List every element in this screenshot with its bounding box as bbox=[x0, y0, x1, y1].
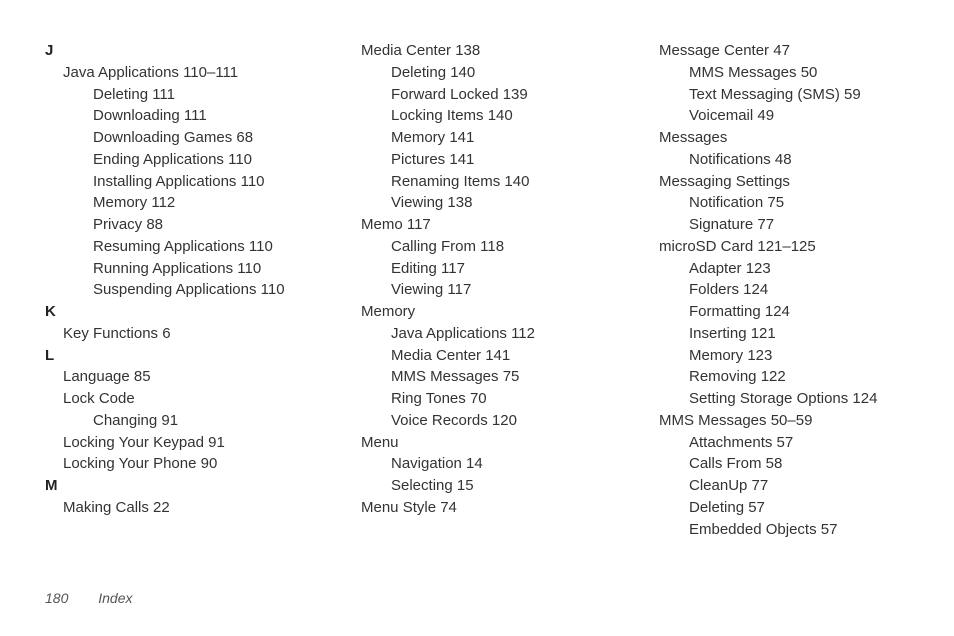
index-subentry: Installing Applications 110 bbox=[45, 171, 303, 193]
index-subentry: Folders 124 bbox=[641, 279, 899, 301]
index-entry: Key Functions 6 bbox=[45, 323, 303, 345]
index-subentry: Deleting 140 bbox=[343, 62, 601, 84]
index-entry: Menu bbox=[343, 432, 601, 454]
index-column-3: Message Center 47 MMS Messages 50 Text M… bbox=[641, 40, 899, 560]
index-subentry: Notification 75 bbox=[641, 192, 899, 214]
index-subentry: Locking Items 140 bbox=[343, 105, 601, 127]
index-entry: Message Center 47 bbox=[641, 40, 899, 62]
page-number: 180 bbox=[45, 590, 68, 606]
index-subentry: Inserting 121 bbox=[641, 323, 899, 345]
index-subentry: Attachments 57 bbox=[641, 432, 899, 454]
index-entry: Locking Your Keypad 91 bbox=[45, 432, 303, 454]
index-subentry: Viewing 117 bbox=[343, 279, 601, 301]
index-subentry: MMS Messages 50 bbox=[641, 62, 899, 84]
index-subentry: Removing 122 bbox=[641, 366, 899, 388]
index-entry: Messages bbox=[641, 127, 899, 149]
index-subentry: Adapter 123 bbox=[641, 258, 899, 280]
index-subentry: Memory 123 bbox=[641, 345, 899, 367]
index-entry: Media Center 138 bbox=[343, 40, 601, 62]
index-subentry: Signature 77 bbox=[641, 214, 899, 236]
index-entry: Menu Style 74 bbox=[343, 497, 601, 519]
index-subentry: Downloading Games 68 bbox=[45, 127, 303, 149]
index-subentry: Deleting 57 bbox=[641, 497, 899, 519]
index-column-2: Media Center 138 Deleting 140 Forward Lo… bbox=[343, 40, 601, 560]
index-letter-l: L bbox=[45, 345, 303, 367]
index-entry: microSD Card 121–125 bbox=[641, 236, 899, 258]
index-letter-k: K bbox=[45, 301, 303, 323]
index-entry: Language 85 bbox=[45, 366, 303, 388]
index-entry: MMS Messages 50–59 bbox=[641, 410, 899, 432]
index-subentry: Notifications 48 bbox=[641, 149, 899, 171]
index-entry: Locking Your Phone 90 bbox=[45, 453, 303, 475]
index-subentry: Running Applications 110 bbox=[45, 258, 303, 280]
index-subentry: Navigation 14 bbox=[343, 453, 601, 475]
index-subentry: Java Applications 112 bbox=[343, 323, 601, 345]
index-subentry: Deleting 111 bbox=[45, 84, 303, 106]
index-subentry: Calling From 118 bbox=[343, 236, 601, 258]
index-subentry: Text Messaging (SMS) 59 bbox=[641, 84, 899, 106]
index-entry: Memory bbox=[343, 301, 601, 323]
index-letter-j: J bbox=[45, 40, 303, 62]
index-entry: Java Applications 110–111 bbox=[45, 62, 303, 84]
index-entry: Memo 117 bbox=[343, 214, 601, 236]
index-subentry: MMS Messages 75 bbox=[343, 366, 601, 388]
index-subentry: Selecting 15 bbox=[343, 475, 601, 497]
index-subentry: Memory 112 bbox=[45, 192, 303, 214]
index-entry: Messaging Settings bbox=[641, 171, 899, 193]
index-letter-m: M bbox=[45, 475, 303, 497]
index-entry: Making Calls 22 bbox=[45, 497, 303, 519]
index-columns: J Java Applications 110–111 Deleting 111… bbox=[45, 40, 899, 560]
page-footer: 180 Index bbox=[45, 588, 133, 608]
index-subentry: Editing 117 bbox=[343, 258, 601, 280]
index-subentry: Voice Records 120 bbox=[343, 410, 601, 432]
index-subentry: Changing 91 bbox=[45, 410, 303, 432]
index-subentry: Viewing 138 bbox=[343, 192, 601, 214]
section-title: Index bbox=[98, 590, 132, 606]
index-subentry: Media Center 141 bbox=[343, 345, 601, 367]
index-subentry: Suspending Applications 110 bbox=[45, 279, 303, 301]
index-subentry: Resuming Applications 110 bbox=[45, 236, 303, 258]
index-subentry: Ending Applications 110 bbox=[45, 149, 303, 171]
index-subentry: CleanUp 77 bbox=[641, 475, 899, 497]
index-subentry: Downloading 111 bbox=[45, 105, 303, 127]
index-subentry: Forward Locked 139 bbox=[343, 84, 601, 106]
index-subentry: Setting Storage Options 124 bbox=[641, 388, 899, 410]
index-subentry: Privacy 88 bbox=[45, 214, 303, 236]
index-subentry: Pictures 141 bbox=[343, 149, 601, 171]
index-subentry: Ring Tones 70 bbox=[343, 388, 601, 410]
index-subentry: Voicemail 49 bbox=[641, 105, 899, 127]
index-subentry: Formatting 124 bbox=[641, 301, 899, 323]
index-subentry: Calls From 58 bbox=[641, 453, 899, 475]
index-entry: Lock Code bbox=[45, 388, 303, 410]
index-subentry: Embedded Objects 57 bbox=[641, 519, 899, 541]
index-subentry: Renaming Items 140 bbox=[343, 171, 601, 193]
index-subentry: Memory 141 bbox=[343, 127, 601, 149]
index-column-1: J Java Applications 110–111 Deleting 111… bbox=[45, 40, 303, 560]
